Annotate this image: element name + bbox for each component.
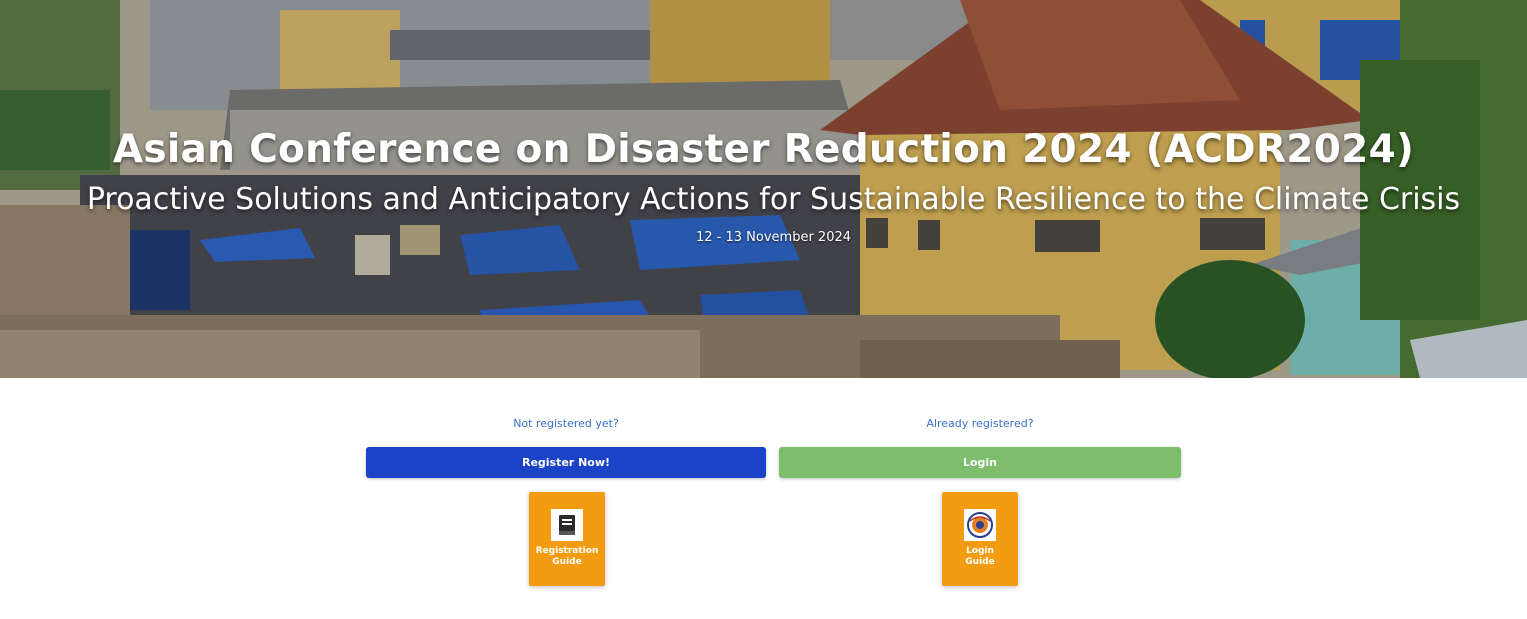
login-guide-button[interactable]: Login Guide <box>942 492 1018 586</box>
login-button[interactable]: Login <box>779 447 1181 478</box>
emblem-icon <box>964 509 996 541</box>
register-now-button[interactable]: Register Now! <box>366 447 766 478</box>
not-registered-prompt: Not registered yet? <box>513 417 619 430</box>
registration-guide-label: Registration Guide <box>535 546 599 567</box>
conference-date: 12 - 13 November 2024 <box>695 230 852 245</box>
book-icon <box>551 509 583 541</box>
hero-banner: Asian Conference on Disaster Reduction 2… <box>0 0 1527 378</box>
already-registered-prompt: Already registered? <box>926 417 1034 430</box>
conference-subtitle: Proactive Solutions and Anticipatory Act… <box>86 182 1461 217</box>
registration-guide-button[interactable]: Registration Guide <box>529 492 605 586</box>
login-guide-label: Login Guide <box>965 546 995 567</box>
conference-title: Asian Conference on Disaster Reduction 2… <box>112 127 1415 172</box>
